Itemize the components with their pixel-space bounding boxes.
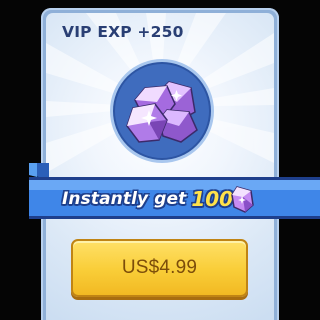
item-icon-circle: [110, 59, 214, 163]
vip-exp-label: VIP EXP +250: [62, 23, 184, 41]
reward-amount: 100: [191, 187, 234, 211]
ribbon-fold: [29, 163, 49, 179]
reward-text: Instantly get 100: [62, 184, 233, 214]
price-label: US$4.99: [121, 257, 198, 278]
purple-crystal-icon: [231, 186, 254, 213]
buy-button[interactable]: US$4.99: [71, 239, 248, 297]
offer-screen: VIP EXP +250 Instantly get 100 US$4.99: [0, 0, 320, 320]
reward-label: Instantly get: [62, 189, 187, 209]
